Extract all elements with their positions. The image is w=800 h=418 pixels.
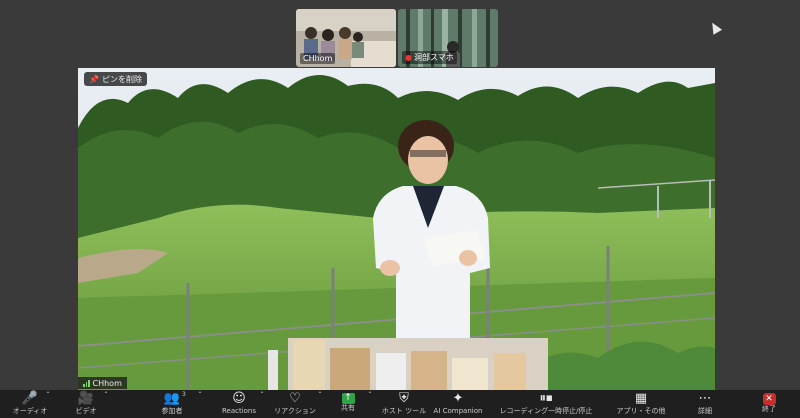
reaction-label: リアクション — [274, 407, 316, 415]
participant-name-label: ● 洞部スマホ — [402, 51, 457, 64]
host-tools-button[interactable]: ⛨ ホスト ツール — [378, 390, 430, 418]
reaction-button[interactable]: ♡ リアクション — [270, 390, 320, 418]
host-tools-label: ホスト ツール — [381, 407, 427, 415]
participants-button[interactable]: 👥 参加者 — [150, 390, 194, 418]
unpin-label: ピンを削除 — [101, 74, 142, 84]
unpin-button[interactable]: 📌 ピンを削除 — [84, 72, 147, 86]
apps-grid-icon: ▦ — [634, 391, 648, 406]
share-screen-icon: ↑ — [341, 393, 355, 404]
audio-label: オーディオ — [12, 407, 48, 415]
video-scene — [78, 68, 715, 390]
reactions-icon: ☺ — [232, 391, 246, 406]
recording-button[interactable]: ⏸⏹ レコーディング一時停止/停止 — [488, 390, 604, 418]
participant-thumbnails: CHhom ● 洞部スマホ — [296, 9, 498, 67]
participant-name: 洞部スマホ — [413, 53, 454, 62]
ai-companion-label: AI Companion — [433, 407, 483, 415]
pinned-video[interactable] — [78, 68, 715, 390]
participant-name: CHhom — [303, 54, 333, 63]
microphone-icon: 🎤 — [21, 391, 39, 406]
recording-icon: ⏸⏹ — [539, 391, 553, 406]
reaction-options-caret-icon[interactable]: ˆ — [318, 391, 322, 400]
apps-label: アプリ・その他 — [616, 407, 666, 415]
shield-icon: ⛨ — [399, 391, 409, 406]
heart-icon: ♡ — [289, 391, 301, 406]
share-label: 共有 — [341, 404, 355, 412]
participants-icon: 👥 — [163, 391, 181, 406]
speaker-name: CHhom — [92, 378, 122, 388]
participants-options-caret-icon[interactable]: ˆ — [198, 391, 202, 400]
audio-options-caret-icon[interactable]: ˆ — [46, 391, 50, 400]
participant-count: 3 — [182, 391, 186, 398]
apps-button[interactable]: ▦ アプリ・その他 — [606, 390, 676, 418]
recording-label: レコーディング一時停止/停止 — [499, 407, 593, 415]
pin-icon: 📌 — [89, 74, 99, 84]
meeting-toolbar: 🎤 オーディオ ˆ 🎥 ビデオ ˆ 👥 参加者 3 ˆ ☺ Reactions … — [0, 390, 800, 418]
end-icon: ✕ — [762, 393, 776, 405]
mouse-cursor-icon — [707, 20, 723, 35]
share-options-caret-icon[interactable]: ˆ — [368, 391, 372, 400]
muted-mic-icon: ● — [405, 53, 412, 62]
reactions-options-caret-icon[interactable]: ˆ — [260, 391, 264, 400]
share-button[interactable]: ↑ 共有 — [332, 390, 364, 418]
participant-name-label: CHhom — [300, 53, 336, 64]
reactions-label: Reactions — [221, 407, 257, 415]
more-button[interactable]: ⋯ 詳細 — [690, 390, 720, 418]
more-icon: ⋯ — [698, 391, 712, 406]
participant-tile-2[interactable]: ● 洞部スマホ — [398, 9, 498, 67]
ai-companion-button[interactable]: ✦ AI Companion — [430, 390, 486, 418]
video-button[interactable]: 🎥 ビデオ — [66, 390, 106, 418]
ai-sparkle-icon: ✦ — [452, 391, 464, 406]
video-options-caret-icon[interactable]: ˆ — [104, 391, 108, 400]
end-meeting-button[interactable]: ✕ 終了 — [755, 390, 783, 418]
video-camera-icon: 🎥 — [77, 391, 95, 406]
connection-signal-icon — [83, 379, 90, 387]
video-label: ビデオ — [75, 407, 97, 415]
speaker-name-tag: CHhom — [78, 377, 127, 389]
reactions-button[interactable]: ☺ Reactions — [216, 390, 262, 418]
more-label: 詳細 — [698, 407, 712, 415]
end-label: 終了 — [762, 405, 776, 413]
participants-label: 参加者 — [161, 407, 183, 415]
audio-button[interactable]: 🎤 オーディオ — [10, 390, 50, 418]
participant-tile-1[interactable]: CHhom — [296, 9, 396, 67]
